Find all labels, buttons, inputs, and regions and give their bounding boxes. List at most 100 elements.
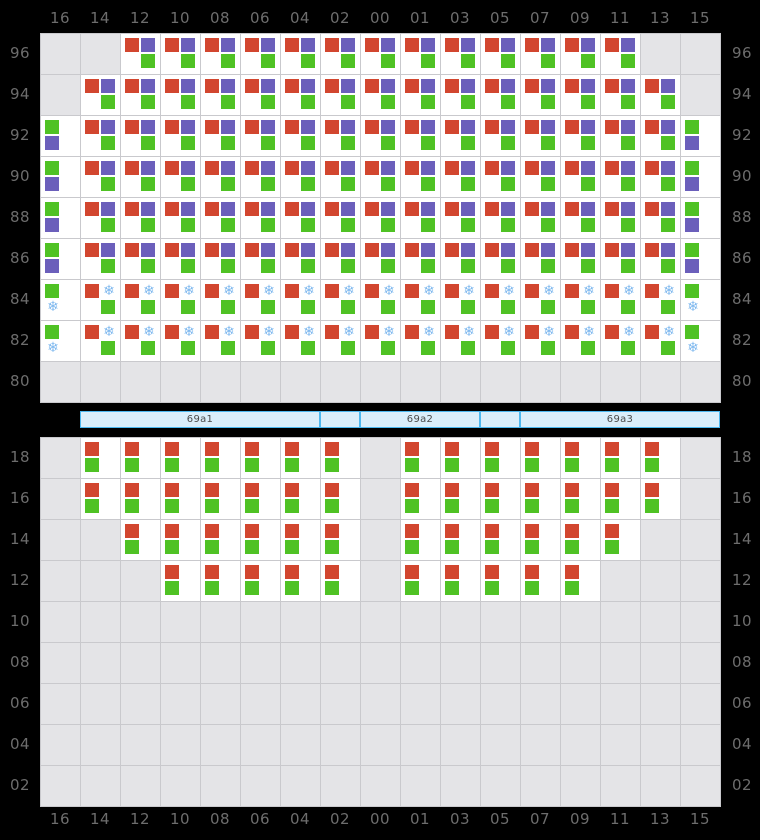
chip-green[interactable]: [381, 300, 395, 314]
seat-cell[interactable]: [441, 561, 480, 601]
chip-purple[interactable]: [341, 79, 355, 93]
chip-green[interactable]: [325, 458, 339, 472]
chip-green[interactable]: [621, 136, 635, 150]
chip-red[interactable]: [125, 483, 139, 497]
chip-purple[interactable]: [621, 38, 635, 52]
seat-cell[interactable]: [561, 520, 600, 560]
chip-red[interactable]: [525, 483, 539, 497]
chip-green[interactable]: [341, 177, 355, 191]
snowflake-icon[interactable]: ❄: [621, 284, 637, 300]
seat-cell[interactable]: [281, 198, 320, 238]
chip-green[interactable]: [461, 95, 475, 109]
chip-green[interactable]: [181, 300, 195, 314]
chip-green[interactable]: [261, 300, 275, 314]
seat-cell[interactable]: [481, 75, 520, 115]
chip-red[interactable]: [485, 284, 499, 298]
chip-red[interactable]: [645, 325, 659, 339]
lower-deck-grid[interactable]: [40, 437, 721, 807]
chip-green[interactable]: [341, 54, 355, 68]
seat-cell[interactable]: [601, 157, 640, 197]
chip-green[interactable]: [165, 581, 179, 595]
chip-purple[interactable]: [341, 243, 355, 257]
seat-cell[interactable]: [161, 520, 200, 560]
seat-cell[interactable]: ❄: [201, 321, 240, 361]
chip-red[interactable]: [525, 243, 539, 257]
chip-red[interactable]: [325, 442, 339, 456]
seat-cell[interactable]: [121, 438, 160, 478]
chip-purple[interactable]: [181, 120, 195, 134]
chip-purple[interactable]: [181, 79, 195, 93]
seat-cell[interactable]: ❄: [401, 280, 440, 320]
chip-green[interactable]: [221, 218, 235, 232]
chip-green[interactable]: [421, 95, 435, 109]
chip-green[interactable]: [245, 458, 259, 472]
chip-purple[interactable]: [381, 79, 395, 93]
chip-red[interactable]: [285, 161, 299, 175]
chip-green[interactable]: [261, 95, 275, 109]
seat-cell[interactable]: [121, 116, 160, 156]
seat-cell[interactable]: [321, 34, 360, 74]
chip-red[interactable]: [485, 524, 499, 538]
chip-red[interactable]: [445, 483, 459, 497]
chip-purple[interactable]: [541, 243, 555, 257]
seat-cell[interactable]: [281, 239, 320, 279]
chip-green[interactable]: [325, 499, 339, 513]
seat-cell[interactable]: ❄: [321, 280, 360, 320]
seat-cell[interactable]: [121, 198, 160, 238]
chip-purple[interactable]: [45, 218, 59, 232]
chip-green[interactable]: [341, 300, 355, 314]
chip-red[interactable]: [485, 243, 499, 257]
chip-green[interactable]: [485, 499, 499, 513]
chip-red[interactable]: [405, 161, 419, 175]
chip-purple[interactable]: [461, 38, 475, 52]
chip-purple[interactable]: [541, 79, 555, 93]
chip-purple[interactable]: [581, 243, 595, 257]
chip-red[interactable]: [205, 79, 219, 93]
seat-cell[interactable]: [201, 438, 240, 478]
seat-cell[interactable]: [201, 239, 240, 279]
snowflake-icon[interactable]: ❄: [581, 325, 597, 341]
chip-green[interactable]: [621, 95, 635, 109]
seat-cell[interactable]: ❄: [641, 280, 680, 320]
chip-purple[interactable]: [301, 38, 315, 52]
chip-red[interactable]: [325, 284, 339, 298]
seat-cell[interactable]: ❄: [321, 321, 360, 361]
seat-cell[interactable]: [441, 520, 480, 560]
chip-red[interactable]: [565, 243, 579, 257]
chip-green[interactable]: [181, 54, 195, 68]
chip-green[interactable]: [461, 300, 475, 314]
chip-green[interactable]: [685, 325, 699, 339]
seat-cell[interactable]: [521, 34, 560, 74]
seat-cell[interactable]: ❄: [641, 321, 680, 361]
chip-green[interactable]: [205, 458, 219, 472]
chip-green[interactable]: [221, 54, 235, 68]
snowflake-icon[interactable]: ❄: [45, 300, 61, 316]
chip-green[interactable]: [381, 341, 395, 355]
chip-red[interactable]: [605, 38, 619, 52]
chip-green[interactable]: [581, 259, 595, 273]
chip-red[interactable]: [445, 442, 459, 456]
chip-green[interactable]: [341, 218, 355, 232]
chip-purple[interactable]: [381, 243, 395, 257]
seat-cell[interactable]: [561, 34, 600, 74]
seat-cell[interactable]: [241, 116, 280, 156]
chip-red[interactable]: [645, 79, 659, 93]
chip-purple[interactable]: [421, 161, 435, 175]
chip-green[interactable]: [101, 300, 115, 314]
chip-purple[interactable]: [181, 202, 195, 216]
chip-red[interactable]: [245, 284, 259, 298]
chip-purple[interactable]: [301, 243, 315, 257]
chip-green[interactable]: [661, 177, 675, 191]
chip-green[interactable]: [301, 259, 315, 273]
chip-green[interactable]: [141, 177, 155, 191]
chip-red[interactable]: [405, 284, 419, 298]
chip-purple[interactable]: [581, 202, 595, 216]
seat-cell[interactable]: [521, 157, 560, 197]
chip-red[interactable]: [365, 284, 379, 298]
chip-red[interactable]: [365, 325, 379, 339]
chip-green[interactable]: [541, 300, 555, 314]
seat-cell[interactable]: [641, 116, 680, 156]
chip-green[interactable]: [221, 136, 235, 150]
seat-cell[interactable]: [201, 34, 240, 74]
chip-purple[interactable]: [45, 259, 59, 273]
